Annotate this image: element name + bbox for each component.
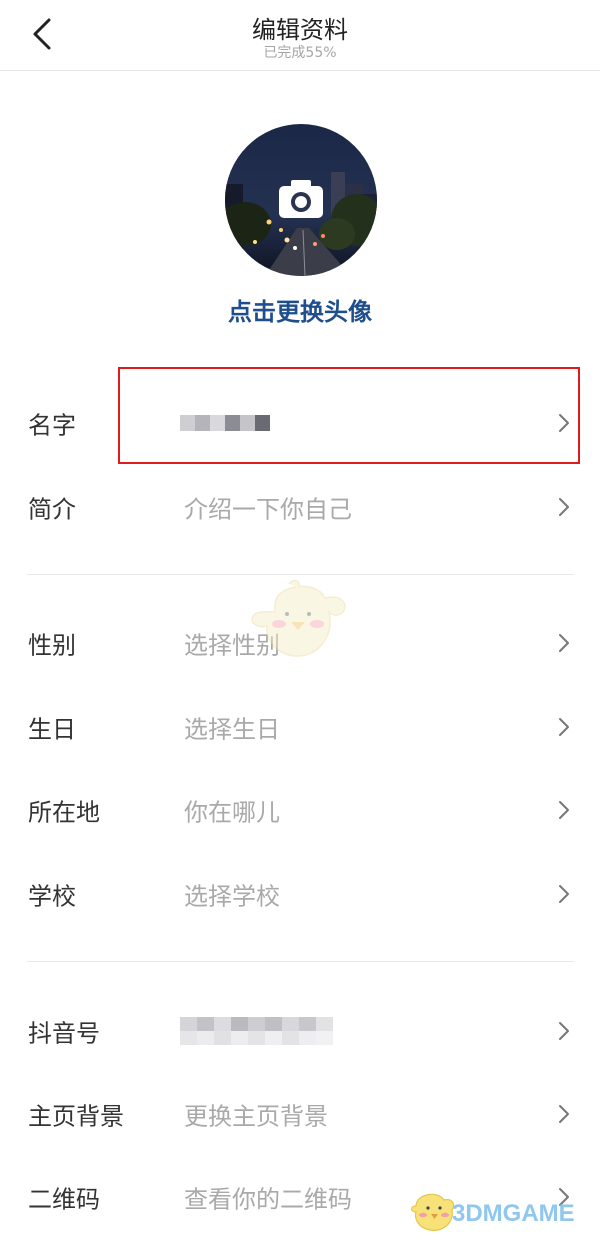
chevron-right-icon bbox=[559, 498, 569, 516]
change-avatar-link[interactable]: 点击更换头像 bbox=[0, 292, 600, 327]
chevron-right-icon bbox=[559, 885, 569, 903]
chevron-right-icon bbox=[559, 1105, 569, 1123]
row-birthday[interactable]: 生日 选择生日 bbox=[0, 692, 600, 762]
blurred-id-value bbox=[180, 1017, 333, 1045]
row-label: 主页背景 bbox=[28, 1102, 124, 1131]
row-label: 学校 bbox=[28, 882, 76, 911]
chevron-right-icon bbox=[559, 801, 569, 819]
row-homepage-background[interactable]: 主页背景 更换主页背景 bbox=[0, 1079, 600, 1149]
row-location[interactable]: 所在地 你在哪儿 bbox=[0, 775, 600, 845]
row-value: 介绍一下你自己 bbox=[184, 495, 352, 524]
row-value: 查看你的二维码 bbox=[184, 1185, 352, 1214]
page-title: 编辑资料 bbox=[252, 16, 348, 44]
blurred-name-value bbox=[180, 415, 270, 431]
row-label: 二维码 bbox=[28, 1185, 100, 1214]
chevron-right-icon bbox=[559, 1022, 569, 1040]
row-value: 更换主页背景 bbox=[184, 1102, 328, 1131]
mascot-watermark-icon bbox=[251, 579, 346, 657]
section-divider bbox=[27, 961, 574, 962]
row-label: 抖音号 bbox=[28, 1019, 100, 1048]
row-value: 选择学校 bbox=[184, 882, 280, 911]
chevron-right-icon bbox=[559, 718, 569, 736]
avatar-photo bbox=[225, 124, 377, 276]
row-label: 所在地 bbox=[28, 798, 100, 827]
row-school[interactable]: 学校 选择学校 bbox=[0, 859, 600, 929]
row-value: 你在哪儿 bbox=[184, 798, 280, 827]
completion-status: 已完成55% bbox=[263, 45, 337, 61]
row-bio[interactable]: 简介 介绍一下你自己 bbox=[0, 472, 600, 542]
row-label: 生日 bbox=[28, 715, 76, 744]
avatar[interactable] bbox=[225, 124, 377, 276]
watermark-text: 3DMGAME bbox=[452, 1200, 575, 1227]
row-douyin-id[interactable]: 抖音号 bbox=[0, 996, 600, 1066]
row-label: 性别 bbox=[28, 631, 76, 660]
chevron-right-icon bbox=[559, 634, 569, 652]
section-divider bbox=[27, 574, 574, 575]
chevron-right-icon bbox=[559, 414, 569, 432]
row-label: 名字 bbox=[28, 411, 76, 440]
top-bar: 编辑资料 已完成55% bbox=[0, 0, 600, 71]
row-name[interactable]: 名字 bbox=[0, 388, 600, 458]
row-label: 简介 bbox=[28, 495, 76, 524]
row-value: 选择生日 bbox=[184, 715, 280, 744]
